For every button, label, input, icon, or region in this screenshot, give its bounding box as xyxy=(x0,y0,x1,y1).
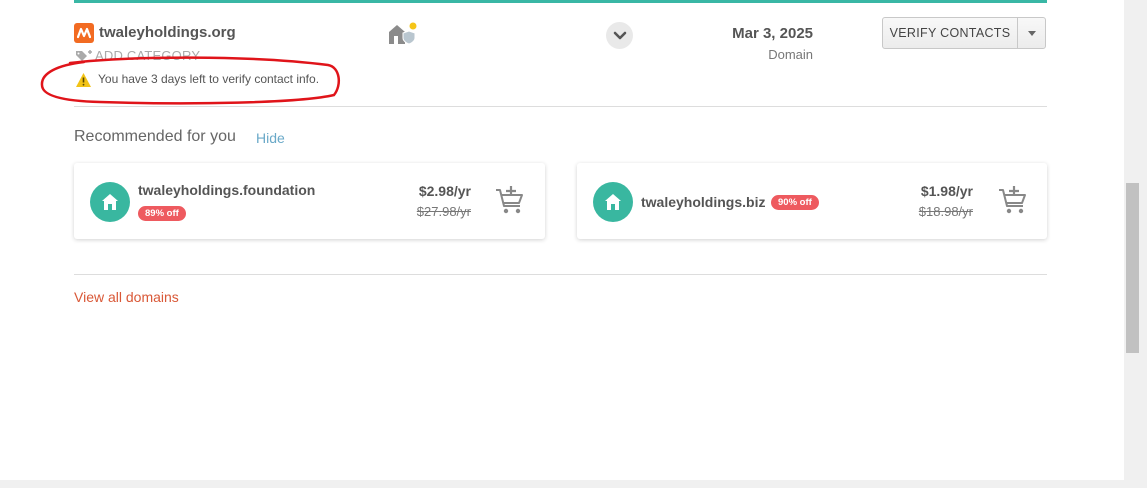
verify-contacts-button[interactable]: VERIFY CONTACTS xyxy=(883,18,1018,48)
expand-details-button[interactable] xyxy=(606,22,633,49)
current-price: $2.98/yr xyxy=(418,183,471,199)
hide-recommendations-link[interactable]: Hide xyxy=(256,130,285,146)
house-with-shield-icon xyxy=(389,22,417,45)
original-price: $18.98/yr xyxy=(918,204,973,219)
original-price: $27.98/yr xyxy=(416,204,471,219)
product-type-label: Domain xyxy=(768,47,813,62)
add-to-cart-icon[interactable] xyxy=(495,186,525,216)
chevron-down-icon xyxy=(613,31,626,39)
more-actions-dropdown[interactable] xyxy=(1018,18,1045,48)
view-all-domains-link[interactable]: View all domains xyxy=(74,289,179,305)
recommended-domain-name[interactable]: twaleyholdings.foundation xyxy=(138,182,315,198)
recommendation-card: twaleyholdings.biz 90% off $1.98/yr $18.… xyxy=(577,163,1047,239)
window-bottom-edge xyxy=(0,480,1147,488)
section-divider xyxy=(74,274,1047,275)
recommendation-card: twaleyholdings.foundation 89% off $2.98/… xyxy=(74,163,545,239)
verify-contacts-split-button: VERIFY CONTACTS xyxy=(882,17,1046,49)
row-divider xyxy=(74,106,1047,107)
caret-down-icon xyxy=(1027,30,1036,36)
expiration-date: Mar 3, 2025 xyxy=(732,25,813,42)
discount-badge: 90% off xyxy=(771,195,819,210)
domain-list-panel: twaleyholdings.org ADD CATEGORY You have… xyxy=(0,0,1124,480)
discount-badge: 89% off xyxy=(138,206,186,221)
recommended-heading: Recommended for you xyxy=(74,128,236,145)
domain-name-link[interactable]: twaleyholdings.org xyxy=(99,24,236,41)
registrar-logo-icon xyxy=(74,23,94,43)
current-price: $1.98/yr xyxy=(920,183,973,199)
row-accent-line xyxy=(74,0,1047,3)
house-icon xyxy=(90,182,130,222)
add-to-cart-icon[interactable] xyxy=(998,186,1028,216)
red-circle-annotation xyxy=(40,56,341,105)
recommended-domain-name[interactable]: twaleyholdings.biz xyxy=(641,194,765,210)
house-icon xyxy=(593,182,633,222)
scrollbar-thumb[interactable] xyxy=(1126,183,1139,353)
